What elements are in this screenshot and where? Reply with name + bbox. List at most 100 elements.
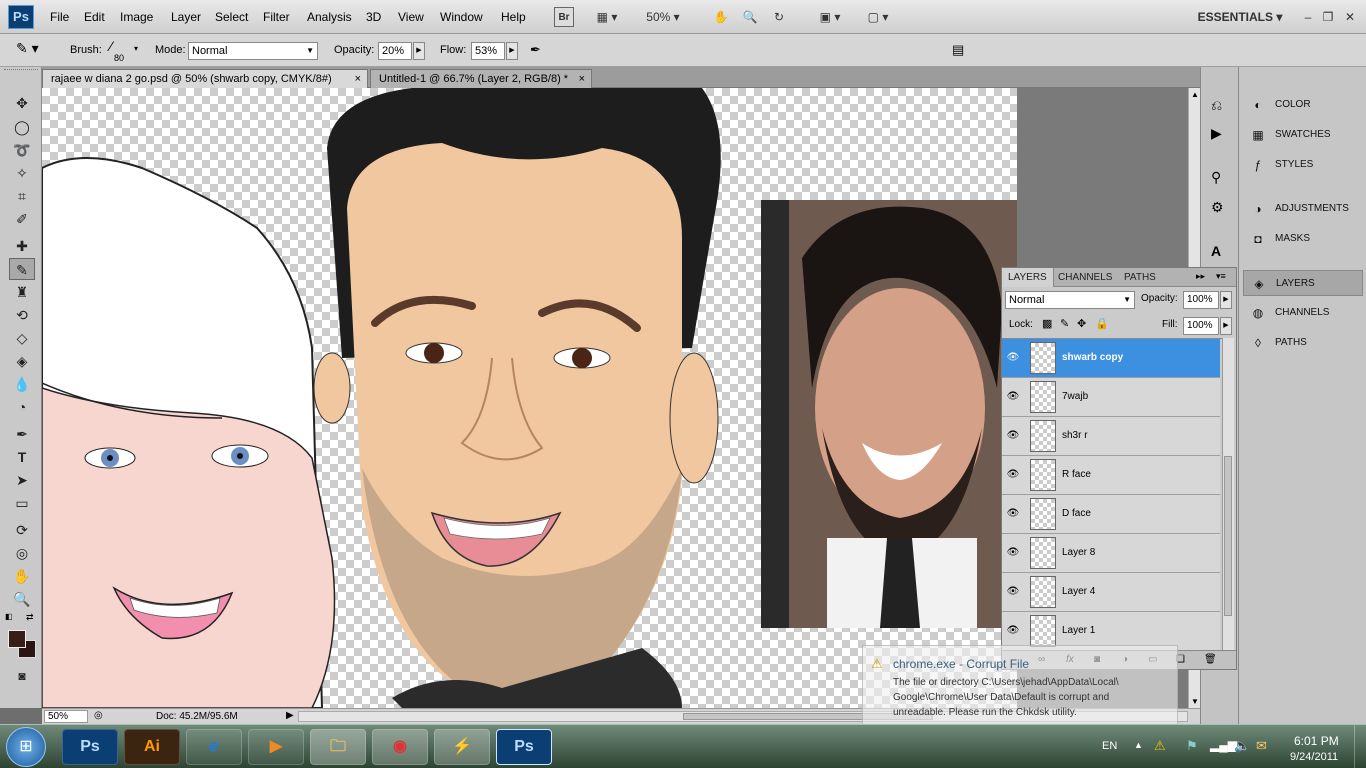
layers-scrollbar-thumb[interactable] [1224, 456, 1232, 616]
view-extras-button[interactable]: ▦ ▾ [590, 7, 624, 27]
layer-opacity-slider[interactable]: ▶ [1220, 291, 1232, 309]
eye-icon[interactable]: 👁 [1005, 390, 1021, 404]
eye-icon[interactable]: 👁 [1005, 351, 1021, 365]
layer-row[interactable]: 👁 Layer 8 [1002, 534, 1220, 573]
actions-panel-icon[interactable]: ▶ [1211, 125, 1222, 142]
panel-menu-icon[interactable]: ▾≡ [1216, 271, 1226, 282]
blur-tool[interactable]: 💧 [9, 373, 35, 395]
panel-styles[interactable]: ƒ STYLES [1243, 152, 1363, 178]
zoom-tool[interactable]: 🔍 [9, 588, 35, 610]
layer-row[interactable]: 👁 shwarb copy [1002, 339, 1220, 378]
crop-tool[interactable]: ⌗ [9, 185, 35, 207]
volume-icon[interactable]: 🔈 [1234, 738, 1250, 754]
fill-slider[interactable]: ▶ [1220, 317, 1232, 335]
panel-layers[interactable]: ◈ LAYERS [1243, 270, 1363, 296]
tab-layers[interactable]: LAYERS [1002, 268, 1054, 287]
dodge-tool[interactable]: ◔ [9, 396, 35, 418]
eye-icon[interactable]: 👁 [1005, 507, 1021, 521]
tab-rajaee-document[interactable]: rajaee w diana 2 go.psd @ 50% (shwarb co… [42, 69, 368, 88]
collapse-icon[interactable]: ▸▸ [1196, 271, 1205, 282]
taskbar-illustrator[interactable]: Ai [124, 729, 180, 765]
trash-icon[interactable]: 🗑 [1204, 654, 1217, 665]
tool-presets-panel-icon[interactable]: ⚙ [1211, 199, 1224, 216]
quick-mask-button[interactable]: ◙ [9, 665, 35, 687]
layer-opacity-input[interactable]: 100% [1183, 291, 1219, 309]
menu-edit[interactable]: Edit [84, 10, 105, 24]
taskbar-winamp[interactable]: ⚡ [434, 729, 490, 765]
healing-brush-tool[interactable]: ✚ [9, 235, 35, 257]
eye-icon[interactable]: 👁 [1005, 429, 1021, 443]
magic-wand-tool[interactable]: ✧ [9, 162, 35, 184]
zoom-level-select[interactable]: 50% ▾ [638, 7, 688, 27]
brush-picker[interactable]: ⁄ 80 ▾ [106, 38, 146, 64]
paint-bucket-tool[interactable]: ◈ [9, 350, 35, 372]
eyedropper-tool[interactable]: ✐ [9, 208, 35, 230]
foreground-color-swatch[interactable] [8, 630, 26, 648]
panel-swatches[interactable]: ▦ SWATCHES [1243, 122, 1363, 148]
tab-paths[interactable]: PATHS [1118, 268, 1162, 287]
clone-stamp-tool[interactable]: ♜ [9, 281, 35, 303]
hand-tool-button[interactable]: ✋ [710, 7, 732, 27]
layer-row[interactable]: 👁 Layer 4 [1002, 573, 1220, 612]
clock-date[interactable]: 9/24/2011 [1290, 751, 1338, 763]
taskbar-internet-explorer[interactable]: ℯ [186, 729, 242, 765]
show-hidden-icons[interactable]: ▲ [1134, 740, 1143, 750]
brush-panel-toggle[interactable]: ▤ [952, 42, 970, 60]
rotate-view-button[interactable]: ↻ [768, 7, 790, 27]
opacity-slider-toggle[interactable]: ▶ [413, 42, 425, 60]
action-center-icon[interactable]: ⚑ [1186, 738, 1198, 754]
close-button[interactable]: ✕ [1342, 7, 1358, 27]
show-desktop-button[interactable] [1354, 725, 1366, 768]
layer-row[interactable]: 👁 R face [1002, 456, 1220, 495]
opacity-input[interactable]: 20% [378, 42, 412, 60]
corrupt-file-notification[interactable]: ⚠ chrome.exe - Corrupt File The file or … [862, 645, 1178, 725]
layer-row[interactable]: 👁 sh3r r [1002, 417, 1220, 456]
tool-preset-picker[interactable]: ✎ ▾ [16, 40, 56, 60]
tab-untitled-document[interactable]: Untitled-1 @ 66.7% (Layer 2, RGB/8) * × [370, 69, 592, 88]
brush-tool[interactable]: ✎ [9, 258, 35, 280]
swap-colors-icon[interactable]: ⇄ [26, 612, 34, 623]
status-menu-arrow[interactable]: ▶ [286, 710, 294, 721]
proof-icon[interactable]: ◎ [94, 710, 103, 721]
fill-input[interactable]: 100% [1183, 317, 1219, 335]
layers-scrollbar[interactable] [1222, 338, 1234, 650]
lock-transparency-icon[interactable]: ▩ [1042, 317, 1052, 330]
eye-icon[interactable]: 👁 [1005, 585, 1021, 599]
history-brush-tool[interactable]: ⟲ [9, 304, 35, 326]
move-tool[interactable]: ✥ [9, 92, 35, 114]
menu-file[interactable]: File [50, 10, 69, 24]
history-panel-icon[interactable]: ⎌ [1211, 97, 1222, 114]
type-tool[interactable]: T [9, 446, 35, 468]
mode-select[interactable]: Normal ▼ [188, 42, 318, 60]
close-icon[interactable]: × [579, 70, 585, 88]
panel-masks[interactable]: ◘ MASKS [1243, 226, 1363, 252]
3d-rotate-tool[interactable]: ⟳ [9, 519, 35, 541]
zoom-input[interactable]: 50% [44, 710, 88, 723]
layer-row[interactable]: 👁 7wajb [1002, 378, 1220, 417]
screen-mode-button[interactable]: ▢ ▾ [860, 7, 896, 27]
taskbar-photoshop[interactable]: Ps [62, 729, 118, 765]
eye-icon[interactable]: 👁 [1005, 468, 1021, 482]
panel-channels[interactable]: ◍ CHANNELS [1243, 300, 1363, 326]
blend-mode-select[interactable]: Normal ▼ [1005, 291, 1135, 309]
taskbar-chrome[interactable]: ◉ [372, 729, 428, 765]
3d-orbit-tool[interactable]: ◎ [9, 542, 35, 564]
menu-image[interactable]: Image [120, 10, 153, 24]
menu-analysis[interactable]: Analysis [307, 10, 352, 24]
rectangle-tool[interactable]: ▭ [9, 492, 35, 514]
menu-layer[interactable]: Layer [171, 10, 201, 24]
lock-all-icon[interactable]: 🔒 [1095, 317, 1109, 330]
airbrush-button[interactable]: ✒ [530, 42, 550, 60]
workspace-switcher[interactable]: ESSENTIALS ▾ [1196, 7, 1284, 27]
zoom-tool-button[interactable]: 🔍 [739, 7, 761, 27]
network-icon[interactable]: ▂▄▆ [1210, 738, 1237, 752]
close-icon[interactable]: × [355, 70, 361, 88]
minimize-button[interactable]: – [1300, 7, 1316, 27]
menu-window[interactable]: Window [440, 10, 483, 24]
scroll-down-icon[interactable]: ▼ [1191, 697, 1199, 706]
bridge-button[interactable]: Br [554, 7, 574, 27]
lasso-tool[interactable]: ➰ [9, 139, 35, 161]
hand-tool[interactable]: ✋ [9, 565, 35, 587]
flow-input[interactable]: 53% [471, 42, 505, 60]
lock-pixels-icon[interactable]: ✎ [1060, 317, 1069, 330]
